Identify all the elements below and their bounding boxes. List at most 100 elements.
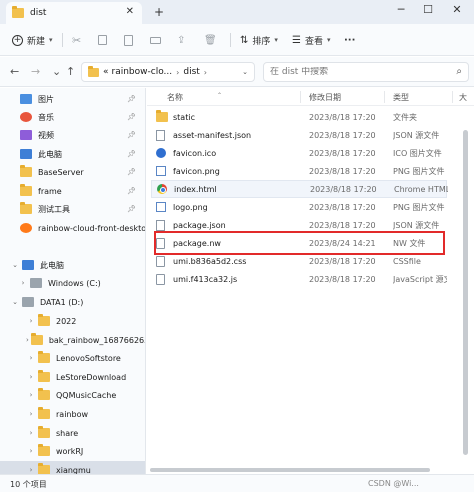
- file-row[interactable]: static 2023/8/18 17:20 文件夹: [151, 108, 447, 126]
- file-row[interactable]: index.html 2023/8/18 17:20 Chrome HTML D: [151, 180, 448, 198]
- sidebar-item-label: BaseServer: [38, 167, 84, 177]
- file-row[interactable]: umi.f413ca32.js 2023/8/18 17:20 JavaScript…: [151, 270, 447, 288]
- address-bar[interactable]: « rainbow-clo... › dist › ⌄: [81, 62, 255, 82]
- chevron-right-icon[interactable]: ›: [26, 429, 36, 437]
- sidebar-item[interactable]: 图片 📌︎: [0, 90, 145, 108]
- share-button[interactable]: ⇪: [177, 32, 185, 48]
- sidebar-item[interactable]: 测试工具 📌︎: [0, 200, 145, 218]
- sort-button[interactable]: ⇅ 排序 ▾: [240, 32, 278, 48]
- new-button[interactable]: + 新建 ▾: [12, 32, 53, 48]
- chevron-right-icon[interactable]: ›: [26, 336, 29, 344]
- up-button[interactable]: ↑: [66, 65, 75, 78]
- chevron-right-icon[interactable]: ›: [26, 373, 36, 381]
- pin-icon: 📌︎: [127, 187, 136, 195]
- sidebar-item[interactable]: BaseServer 📌︎: [0, 163, 145, 181]
- sidebar-item-label: 测试工具: [38, 204, 70, 214]
- more-button[interactable]: ···: [344, 32, 355, 48]
- file-row[interactable]: package.json 2023/8/18 17:20 JSON 源文件: [151, 216, 447, 234]
- sidebar-item-label: Windows (C:): [48, 278, 101, 288]
- tab-dist[interactable]: dist ✕: [6, 2, 142, 24]
- sidebar-item[interactable]: 此电脑 📌︎: [0, 145, 145, 163]
- view-icon: ☰: [292, 34, 301, 46]
- minimize-button[interactable]: ─: [392, 3, 410, 16]
- sidebar-item[interactable]: › QQMusicCache: [0, 386, 145, 404]
- pin-icon: 📌︎: [127, 168, 136, 176]
- sidebar-item[interactable]: › bak_rainbow_1687662650: [0, 331, 145, 349]
- status-bar: 10 个项目 CSDN @Wi...: [0, 474, 474, 492]
- chevron-down-icon[interactable]: ⌄: [52, 65, 61, 78]
- divider: [452, 91, 453, 103]
- column-date[interactable]: 修改日期: [309, 92, 341, 103]
- drive-icon: [22, 297, 34, 307]
- file-date: 2023/8/18 17:20: [309, 130, 376, 140]
- close-tab-icon[interactable]: ✕: [126, 6, 134, 17]
- chevron-right-icon[interactable]: ›: [26, 447, 36, 455]
- horizontal-scrollbar[interactable]: [150, 468, 430, 472]
- maximize-button[interactable]: ☐: [419, 3, 437, 16]
- chevron-right-icon[interactable]: ›: [26, 391, 36, 399]
- sort-caret-icon: ⌃: [217, 92, 223, 99]
- sidebar-item[interactable]: › xiangmu: [0, 461, 145, 475]
- file-row[interactable]: umi.b836a5d2.css 2023/8/18 17:20 CSSfile: [151, 252, 447, 270]
- breadcrumb-dist[interactable]: dist: [183, 67, 199, 77]
- chevron-right-icon[interactable]: ›: [26, 410, 36, 418]
- forward-button[interactable]: →: [31, 65, 40, 78]
- drive-icon: [30, 278, 42, 288]
- file-name: static: [173, 112, 195, 122]
- sidebar-item[interactable]: › 2022: [0, 312, 145, 330]
- sidebar-item[interactable]: 视频 📌︎: [0, 126, 145, 144]
- sidebar-item[interactable]: › Windows (C:): [0, 274, 145, 292]
- search-box[interactable]: ⌕: [263, 62, 469, 82]
- delete-button[interactable]: 🗑︎: [204, 32, 217, 48]
- file-row[interactable]: favicon.ico 2023/8/18 17:20 ICO 图片文件: [151, 144, 447, 162]
- sidebar-item[interactable]: rainbow-cloud-front-desktop: [0, 219, 145, 237]
- sidebar-item[interactable]: 音乐 📌︎: [0, 108, 145, 126]
- png-file-icon: [156, 166, 166, 176]
- column-type[interactable]: 类型: [393, 92, 409, 103]
- sidebar-item[interactable]: › share: [0, 424, 145, 442]
- chevron-down-icon[interactable]: ⌄: [10, 298, 20, 306]
- sidebar-item-label: xiangmu: [56, 465, 91, 475]
- file-row[interactable]: favicon.png 2023/8/18 17:20 PNG 图片文件: [151, 162, 447, 180]
- ico-file-icon: [156, 148, 166, 158]
- file-row[interactable]: logo.png 2023/8/18 17:20 PNG 图片文件: [151, 198, 447, 216]
- search-input[interactable]: [270, 67, 440, 77]
- chevron-right-icon[interactable]: ›: [26, 466, 36, 474]
- folder-icon: [88, 65, 99, 77]
- file-row[interactable]: asset-manifest.json 2023/8/18 17:20 JSON 源…: [151, 126, 447, 144]
- folder-icon: [20, 184, 32, 196]
- sidebar-item[interactable]: › LeStoreDownload: [0, 368, 145, 386]
- divider: [62, 33, 63, 47]
- chevron-down-icon[interactable]: ⌄: [10, 261, 20, 269]
- chevron-right-icon[interactable]: ›: [26, 354, 36, 362]
- sidebar-item[interactable]: › workRJ: [0, 442, 145, 460]
- vertical-scrollbar[interactable]: [463, 130, 468, 455]
- chevron-down-icon[interactable]: ⌄: [242, 68, 248, 76]
- rename-icon: [150, 36, 161, 44]
- overflow-chevron[interactable]: «: [103, 67, 109, 77]
- new-tab-button[interactable]: +: [154, 5, 164, 19]
- file-type: 文件夹: [393, 112, 417, 122]
- breadcrumb-rainbow-cloud[interactable]: rainbow-clo...: [112, 67, 173, 77]
- file-type: PNG 图片文件: [393, 202, 445, 212]
- sidebar-item-label: QQMusicCache: [56, 390, 117, 400]
- column-size[interactable]: 大: [459, 92, 467, 103]
- column-name[interactable]: 名称: [167, 92, 183, 103]
- paste-button[interactable]: [124, 32, 133, 48]
- view-label: 查看: [304, 36, 323, 47]
- file-row[interactable]: package.nw 2023/8/24 14:21 NW 文件: [151, 234, 447, 252]
- chevron-right-icon[interactable]: ›: [26, 317, 36, 325]
- sidebar-item[interactable]: › rainbow: [0, 405, 145, 423]
- cut-button[interactable]: ✂: [72, 32, 81, 48]
- sidebar-item[interactable]: ⌄ DATA1 (D:): [0, 293, 145, 311]
- chevron-right-icon[interactable]: ›: [18, 279, 28, 287]
- folder-icon: [20, 202, 32, 214]
- view-button[interactable]: ☰ 查看 ▾: [292, 32, 331, 48]
- copy-button[interactable]: [98, 32, 107, 48]
- sidebar-item[interactable]: ⌄ 此电脑: [0, 256, 145, 274]
- close-window-button[interactable]: ✕: [448, 3, 466, 16]
- rename-button[interactable]: [150, 32, 161, 48]
- back-button[interactable]: ←: [10, 65, 19, 78]
- sidebar-item[interactable]: › LenovoSoftstore: [0, 349, 145, 367]
- sidebar-item[interactable]: frame 📌︎: [0, 182, 145, 200]
